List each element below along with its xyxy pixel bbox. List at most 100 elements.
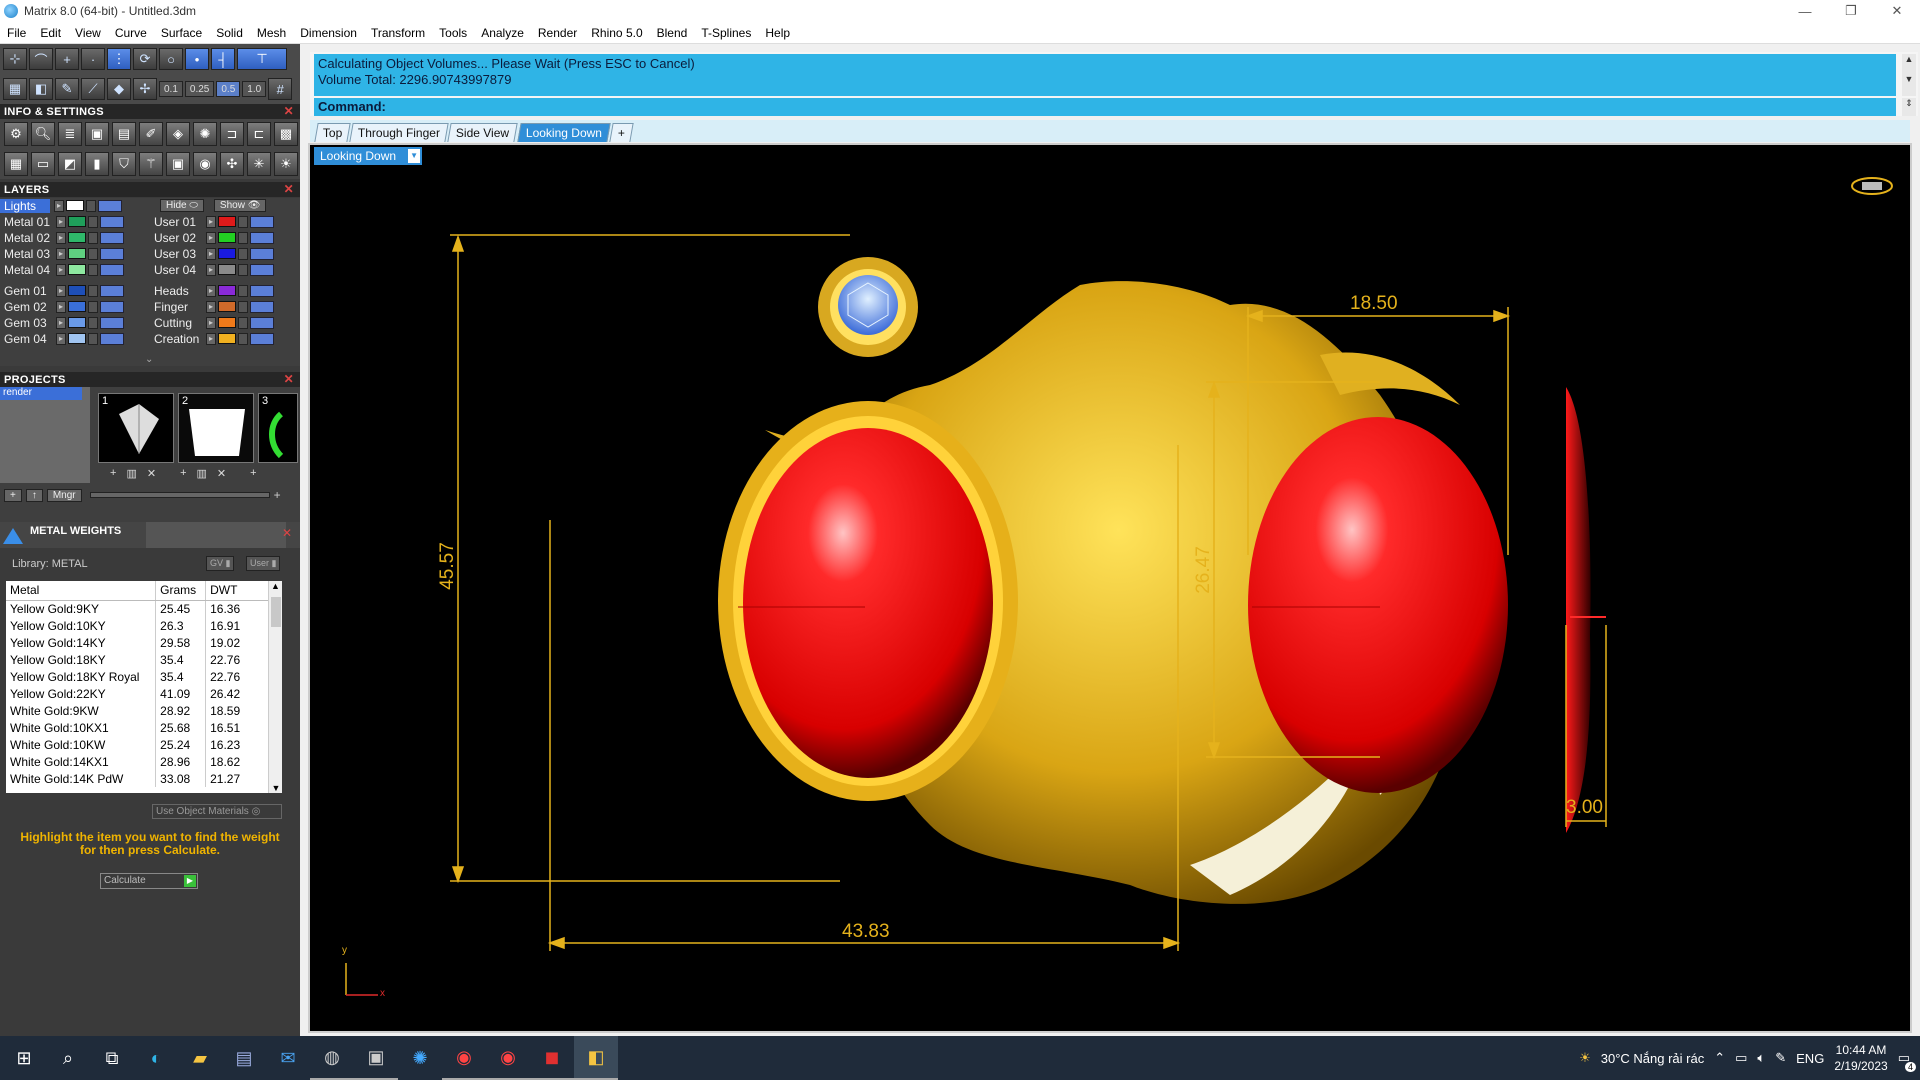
scroll-down-icon[interactable]: ▼ [269,783,282,793]
layer-color-swatch[interactable] [218,264,236,275]
layer-row[interactable]: Gem 01 ▸ [0,283,124,298]
visibility-icon[interactable] [250,215,274,228]
layer-row-lights[interactable]: Lights ▸ [0,198,122,213]
cross-snap-icon[interactable]: + [55,48,79,70]
windows-start-icon[interactable]: ⊞ [2,1036,46,1080]
menu-surface[interactable]: Surface [154,26,209,40]
layer-name[interactable]: Gem 03 [0,316,56,330]
lock-icon[interactable] [88,284,98,297]
layer-color-swatch[interactable] [218,248,236,259]
line-snap-icon[interactable]: • [185,48,209,70]
lock-icon[interactable] [238,284,248,297]
render-icon[interactable]: ✺ [193,122,217,146]
nudge-01[interactable]: 0.1 [159,81,183,97]
layer-expand-icon[interactable]: ▸ [206,247,216,260]
layer-color-swatch[interactable] [218,285,236,296]
nudge-025[interactable]: 0.25 [184,81,215,97]
add-icon[interactable]: + [250,467,256,480]
layer-expand-icon[interactable]: ▸ [206,215,216,228]
menu-view[interactable]: View [68,26,108,40]
sun-icon[interactable]: ☀ [274,152,298,176]
layer-row[interactable]: Gem 03 ▸ [0,315,124,330]
collapse-icon[interactable]: ⌄ [145,354,153,365]
language-indicator[interactable]: ENG [1796,1051,1824,1066]
store-icon[interactable]: ▤ [222,1036,266,1080]
visibility-icon[interactable] [100,300,124,313]
mid-snap-icon[interactable]: ⋮ [107,48,131,70]
visibility-icon[interactable] [100,263,124,276]
file-explorer-icon[interactable]: ▰ [178,1036,222,1080]
monitor-icon[interactable]: ▭ [31,152,55,176]
layer-expand-icon[interactable]: ▸ [56,316,66,329]
layer-color-swatch[interactable] [68,333,86,344]
gem-icon[interactable]: ◈ [166,122,190,146]
layer-color-swatch[interactable] [218,333,236,344]
layer-color-swatch[interactable] [68,317,86,328]
delete-icon[interactable]: ✕ [147,467,156,480]
visibility-icon[interactable] [250,284,274,297]
use-object-materials-checkbox[interactable]: Use Object Materials ◎ [152,804,282,819]
layer-name[interactable]: Creation [150,332,206,346]
dim-width-label[interactable]: 43.83 [842,921,890,943]
calculate-button[interactable]: Calculate ▶ [100,873,198,889]
shade-icon[interactable]: ◧ [29,78,53,100]
image-icon[interactable]: ▩ [274,122,298,146]
table-row[interactable]: Yellow Gold:22KY 41.09 26.42 [6,685,276,702]
visibility-icon[interactable] [100,215,124,228]
projects-scrollbar[interactable] [89,492,270,498]
lock-icon[interactable] [238,263,248,276]
layer-name[interactable]: User 02 [150,231,206,245]
visibility-icon[interactable] [250,247,274,260]
visibility-icon[interactable] [250,231,274,244]
pen-icon[interactable]: ✎ [55,78,79,100]
scroll-up-icon[interactable]: ▲ [269,581,282,591]
menu-edit[interactable]: Edit [33,26,68,40]
layer-expand-icon[interactable]: ▸ [206,316,216,329]
layer-row[interactable]: User 03 ▸ [150,246,274,261]
layer-name[interactable]: Finger [150,300,206,314]
hide-button[interactable]: Hide ⬭ [160,199,204,212]
lock-icon[interactable] [88,316,98,329]
layer-row[interactable]: Gem 02 ▸ [0,299,124,314]
grid-lock-icon[interactable]: # [268,78,293,100]
settings-icon[interactable]: ⚙ [4,122,28,146]
document-icon[interactable]: ▤ [112,122,136,146]
close-icon[interactable]: ✕ [284,182,294,196]
clock[interactable]: 10:44 AM 2/19/2023 [1834,1042,1887,1074]
layer-row[interactable]: Metal 03 ▸ [0,246,124,261]
curve-snap-icon[interactable]: ⌒ [29,48,53,70]
tab-side-view[interactable]: Side View [447,123,519,142]
visibility-icon[interactable] [100,247,124,260]
table-row[interactable]: Yellow Gold:9KY 25.45 16.36 [6,600,276,617]
layer-name[interactable]: Metal 01 [0,215,56,229]
user-toggle[interactable]: User ▮ [246,556,281,571]
project-thumb-2[interactable]: 2 [178,393,254,463]
minimize-button[interactable]: — [1782,0,1828,22]
pen-icon[interactable]: ✎ [1775,1050,1786,1066]
visibility-icon[interactable] [98,199,122,212]
layer-name[interactable]: User 04 [150,263,206,277]
filter-icon[interactable]: ⛉ [112,152,136,176]
layer-color-swatch[interactable] [218,232,236,243]
column-metal[interactable]: Metal [6,581,157,601]
layer-row[interactable]: Gem 04 ▸ [0,331,124,346]
layer-name[interactable]: Metal 03 [0,247,56,261]
menu-solid[interactable]: Solid [209,26,250,40]
table-scrollbar[interactable]: ▲ ▼ [268,581,282,793]
add-icon[interactable]: + [110,467,116,480]
visibility-icon[interactable] [100,316,124,329]
layer-expand-icon[interactable]: ▸ [54,199,64,212]
table-row[interactable]: White Gold:14KX1 28.96 18.62 [6,753,276,770]
grid-icon[interactable]: ▦ [3,78,27,100]
add-icon[interactable]: + [274,488,281,502]
tab-add-icon[interactable]: + [608,123,634,142]
layer-expand-icon[interactable]: ▸ [56,300,66,313]
cube-icon[interactable]: ▣ [85,122,109,146]
layer-expand-icon[interactable]: ▸ [206,231,216,244]
layer-row[interactable]: Cutting ▸ [150,315,274,330]
lock-icon[interactable] [88,247,98,260]
layer-color-swatch[interactable] [218,216,236,227]
menu-mesh[interactable]: Mesh [250,26,293,40]
layers-icon[interactable]: ≣ [58,122,82,146]
save-icon[interactable]: ▥ [197,467,207,480]
